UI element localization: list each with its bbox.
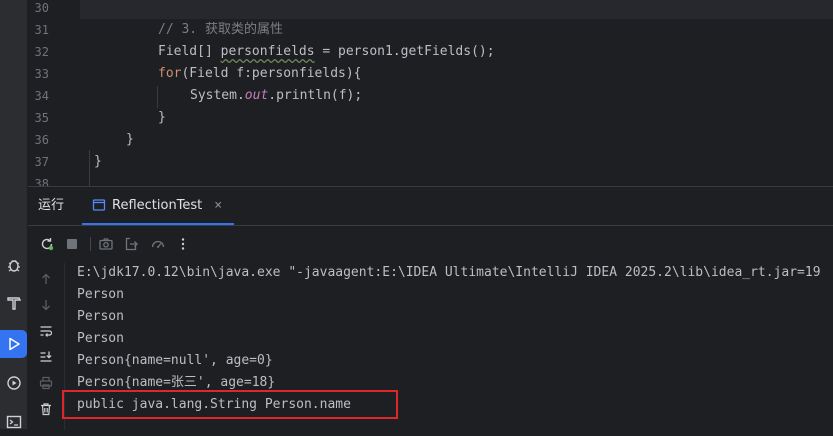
console-line: Person: [77, 287, 124, 302]
line-number: 38: [34, 177, 49, 186]
code-line-36: }: [126, 132, 134, 147]
stop-icon[interactable]: [61, 232, 83, 256]
code-line-32: Field[] personfields = person1.getFields…: [158, 41, 495, 63]
rerun-icon[interactable]: [36, 232, 58, 256]
line-number: 34: [34, 89, 49, 103]
scroll-to-end-icon[interactable]: [35, 347, 57, 367]
console-line: Person: [77, 331, 124, 346]
code-println: System.out.println(f);: [190, 88, 363, 103]
red-highlight-box: [62, 390, 398, 419]
line-number: 37: [34, 155, 49, 169]
code-line-33: for(Field f:personfields){: [158, 63, 362, 85]
line-number: 33: [34, 67, 49, 81]
tab-label: ReflectionTest: [112, 197, 203, 213]
run-tab-bar: 运行 ReflectionTest ×: [28, 187, 833, 226]
line-number: 30: [34, 1, 49, 15]
close-icon[interactable]: ×: [214, 198, 222, 213]
more-icon[interactable]: [172, 232, 194, 256]
console-line: E:\jdk17.0.12\bin\java.exe "-javaagent:E…: [77, 265, 821, 280]
coverage-gauge-icon[interactable]: [147, 232, 169, 256]
line-number: 35: [34, 111, 49, 125]
arrow-down-icon[interactable]: [35, 295, 57, 315]
tab-reflection-test[interactable]: ReflectionTest ×: [82, 187, 235, 225]
code-line-31: // 3. 获取类的属性: [158, 22, 283, 37]
console-line: Person{name=null', age=0}: [77, 353, 273, 368]
camera-icon[interactable]: [95, 232, 117, 256]
left-tool-strip: [0, 0, 28, 429]
run-icon[interactable]: [0, 330, 27, 358]
line-number: 36: [34, 133, 49, 147]
code-line-34: System.out.println(f);: [190, 85, 362, 107]
trash-icon[interactable]: [35, 399, 57, 419]
line-number-gutter: 30 31 32 33 34 35 36 37 38: [28, 0, 80, 186]
code-fields-decl: Field[] personfields = person1.getFields…: [158, 44, 495, 59]
code-line-35: }: [158, 110, 166, 125]
console-side-toolbar: [28, 263, 65, 430]
indent-guide: [89, 150, 90, 186]
terminal-icon[interactable]: [0, 408, 27, 436]
export-icon[interactable]: [121, 232, 143, 256]
run-toolbar: [28, 232, 833, 256]
line-number: 32: [34, 45, 49, 59]
build-hammer-icon[interactable]: [0, 289, 27, 317]
line-number: 31: [34, 23, 49, 37]
console-window-icon: [92, 199, 106, 211]
bug-icon[interactable]: [0, 251, 27, 279]
arrow-up-icon[interactable]: [35, 269, 57, 289]
toolbar-separator: [90, 237, 91, 251]
print-icon[interactable]: [35, 373, 57, 393]
run-tool-window: 运行 ReflectionTest × E:\jdk17.0.12\bin\ja…: [28, 186, 833, 430]
console-line: Person: [77, 309, 124, 324]
run-window-title: 运行: [38, 198, 65, 213]
code-line-30: [80, 0, 833, 19]
services-icon[interactable]: [0, 369, 27, 397]
code-for-loop: for(Field f:personfields){: [158, 66, 362, 81]
soft-wrap-icon[interactable]: [35, 321, 57, 341]
code-editor[interactable]: 30 31 32 33 34 35 36 37 38 // 3. 获取类的属性 …: [28, 0, 833, 186]
indent-guide: [157, 86, 158, 108]
code-line-37: }: [94, 154, 102, 169]
